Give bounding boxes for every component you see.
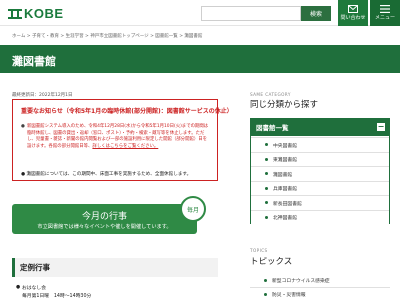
notice-title: 重要なお知らせ（令和5年1月の臨時休館(部分開館)：図書館サービスの休止） (21, 108, 233, 115)
sidebar-item-label: 灘図書館 (273, 172, 293, 178)
sidebar-item-label: 新長田図書館 (273, 201, 302, 207)
breadcrumb[interactable]: ホーム > 子育て・教育 > 生涯学習 > 神戸市立図書館トップページ > 図書… (12, 33, 202, 39)
page-title: 灘図書館 (12, 55, 56, 68)
topics-eyebrow: TOPICS (250, 248, 268, 253)
title-bar (0, 45, 400, 73)
sidebar-item-hokushin[interactable]: 北神図書館 (251, 209, 389, 224)
sidebar-eyebrow: SAME CATEGORY (250, 92, 291, 97)
bullet-icon (265, 215, 268, 219)
site-logo[interactable]: KOBE (8, 6, 64, 21)
contact-label: 問い合わせ (340, 15, 366, 21)
topic-item-label: 防災・災害情報 (272, 293, 306, 298)
banner-subtitle: 市立図書館では様々なイベントや催しを開催しています。 (37, 224, 172, 230)
bullet-icon (265, 143, 268, 146)
contact-button[interactable]: 問い合わせ (338, 0, 368, 26)
topic-item-label: 新型コロナウイルス感染症 (272, 279, 330, 284)
sidebar-item-chuo[interactable]: 中央図書館 (251, 137, 389, 152)
menu-button[interactable]: メニュー (370, 0, 400, 26)
hamburger-icon (380, 5, 390, 13)
sidebar-item-hyogo[interactable]: 兵庫図書館 (251, 180, 389, 195)
important-notice: 重要なお知らせ（令和5年1月の臨時休館(部分開館)：図書館サービスの休止） ● … (12, 99, 233, 181)
monthly-events-banner[interactable]: 今月の行事 市立図書館では様々なイベントや催しを開催しています。 (12, 204, 197, 234)
bullet-icon (265, 157, 268, 161)
bullet-icon (265, 172, 268, 175)
menu-label: メニュー (374, 15, 395, 21)
topic-item-covid[interactable]: 新型コロナウイルス感染症 (250, 274, 390, 288)
sidebar-item-higashinada[interactable]: 東灘図書館 (251, 151, 389, 166)
event-name: おはなし会 (22, 286, 46, 291)
search-button[interactable]: 検索 (301, 6, 331, 21)
search-input[interactable] (201, 6, 301, 21)
last-updated: 最終更新日：2022年12月1日 (12, 93, 73, 98)
event-schedule: 毎月第1日曜 14時〜14時30分 (22, 294, 92, 299)
bullet-icon (264, 293, 267, 296)
sidebar-item-label: 北神図書館 (273, 216, 297, 221)
sidebar-heading: 同じ分類から探す (250, 100, 319, 110)
banner-badge: 毎月 (180, 196, 206, 222)
bullet-icon: ● (21, 124, 25, 129)
library-list-title: 図書館一覧 (256, 124, 289, 132)
sidebar-item-label: 東灘図書館 (273, 158, 297, 163)
notice-body-text: 新図書館システム導入のため、令和4年12月28日(水)から令和5年1月10日(火… (27, 124, 209, 149)
notice-closure: ● 灘図書館については、この期間中、床面工事を実施するため、全面休館します。 (21, 172, 192, 177)
banner-title: 今月の行事 (81, 212, 127, 222)
notice-text: 新図書館システム導入のため、令和4年12月28日(水)から令和5年1月10日(火… (27, 124, 211, 150)
section-title: 定例行事 (20, 263, 50, 272)
topic-item-disaster[interactable]: 防災・災害情報 (250, 288, 390, 300)
bullet-icon (265, 201, 268, 204)
topics-heading: トピックス (250, 257, 293, 267)
sidebar-item-label: 中央図書館 (273, 143, 297, 149)
collapse-icon[interactable]: − (377, 123, 385, 131)
sidebar-item-label: 兵庫図書館 (273, 187, 297, 192)
notice-details-link[interactable]: 詳しくはこちらをご覧ください。 (92, 144, 158, 149)
mail-icon (348, 5, 358, 13)
notice-body: ● 新図書館システム導入のため、令和4年12月28日(水)から令和5年1月10日… (21, 124, 211, 150)
notice-closure-text: 灘図書館については、この期間中、床面工事を実施するため、全面休館します。 (26, 172, 192, 177)
bullet-icon (265, 186, 268, 190)
bullet-icon: ● (16, 285, 21, 290)
bullet-icon (264, 279, 267, 282)
sidebar-item-nada[interactable]: 灘図書館 (251, 166, 389, 181)
kobe-logo-icon (8, 8, 22, 19)
sidebar-item-shinnagata[interactable]: 新長田図書館 (251, 195, 389, 210)
logo-text: KOBE (24, 6, 64, 21)
